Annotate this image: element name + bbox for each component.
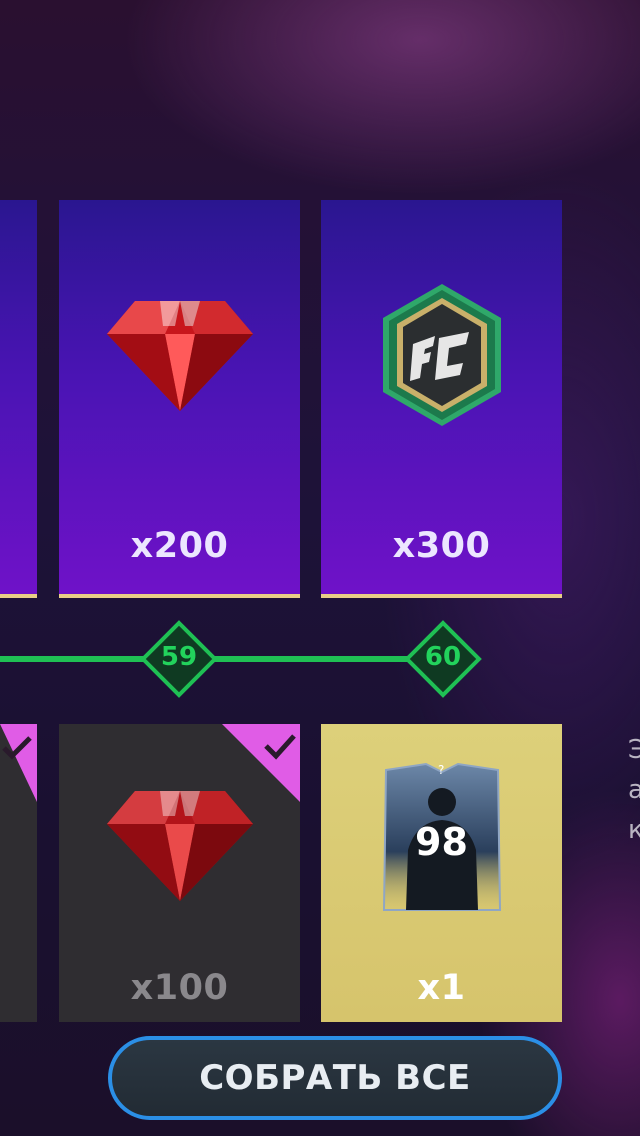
- reward-card-gems-100[interactable]: x100: [59, 724, 300, 1022]
- reward-card-partial-bottom[interactable]: [0, 724, 37, 1022]
- reward-card-fc-points-300[interactable]: x300: [321, 200, 562, 598]
- gem-icon: [107, 301, 253, 411]
- progress-track: [0, 656, 444, 662]
- reward-quantity: x100: [130, 968, 229, 1008]
- side-line: к: [628, 815, 640, 845]
- reward-card-partial-top[interactable]: [0, 200, 37, 598]
- level-label: 59: [160, 642, 198, 672]
- reward-card-gems-200[interactable]: x200: [59, 200, 300, 598]
- level-node-60: 60: [404, 620, 482, 698]
- side-line: Э: [628, 735, 640, 765]
- side-line: а: [628, 775, 640, 805]
- collect-all-button[interactable]: СОБРАТЬ ВСЕ: [108, 1036, 562, 1120]
- fc-points-icon: [383, 284, 501, 426]
- reward-quantity: x200: [130, 526, 229, 566]
- reward-quantity: x1: [417, 968, 466, 1008]
- claimed-check-icon: [0, 724, 37, 802]
- reward-quantity: x300: [392, 526, 491, 566]
- side-description: Э а к: [628, 730, 640, 850]
- level-node-59: 59: [140, 620, 218, 698]
- player-rating: 98: [415, 820, 468, 864]
- level-label: 60: [424, 642, 462, 672]
- reward-card-player-pack[interactable]: ? 98 x1: [321, 724, 562, 1022]
- gem-icon: [107, 791, 253, 901]
- svg-text:?: ?: [438, 763, 444, 777]
